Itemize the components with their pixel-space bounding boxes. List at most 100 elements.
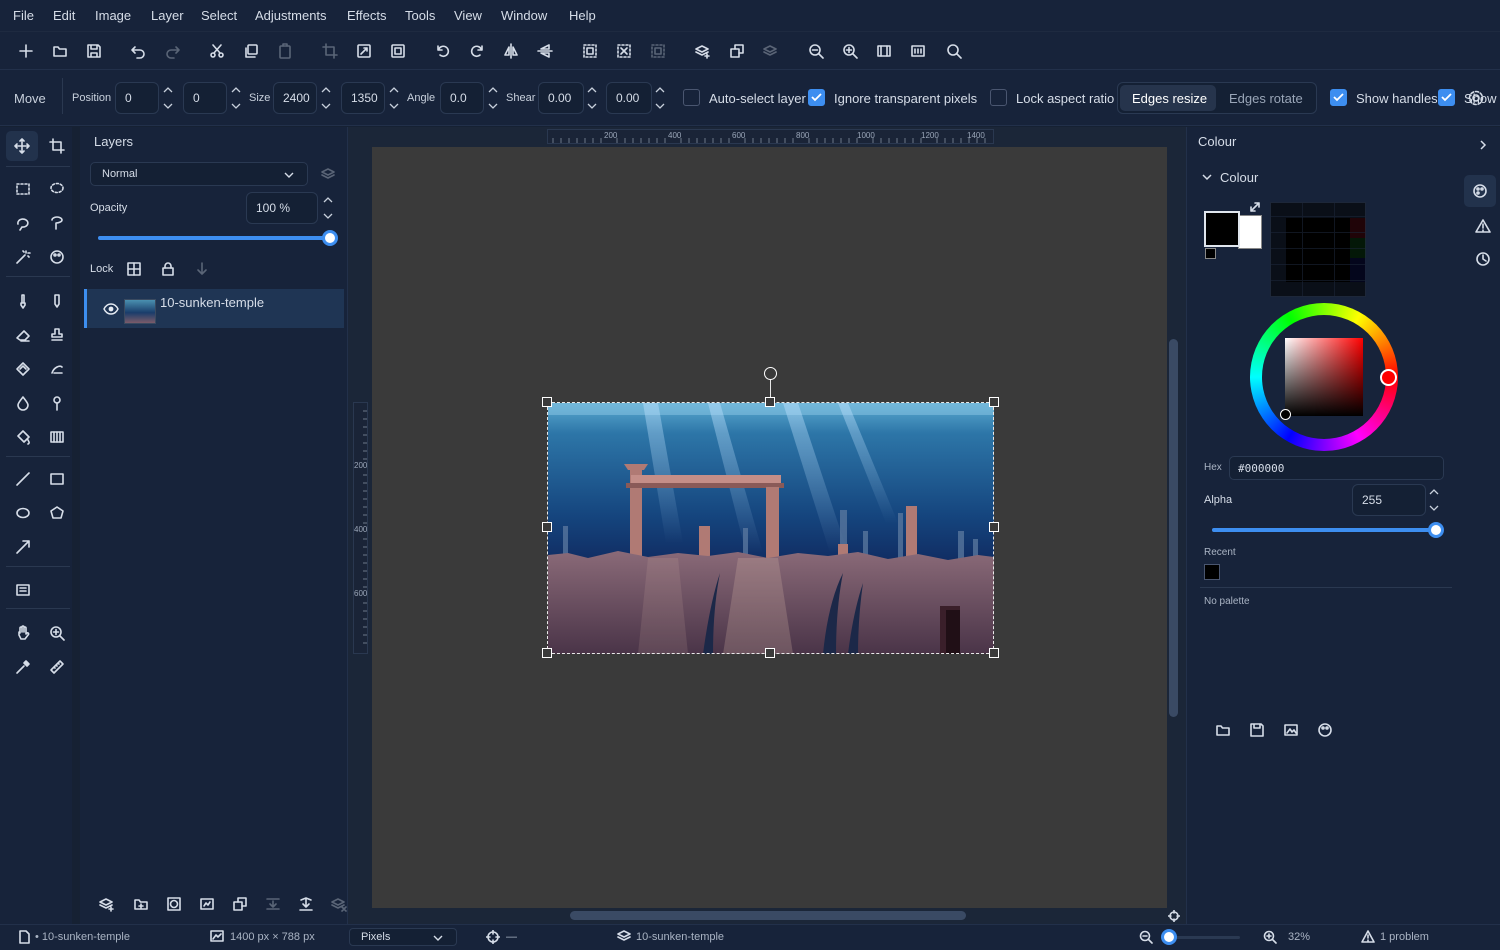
status-problems[interactable]: 1 problem bbox=[1380, 931, 1429, 943]
flatten-icon[interactable] bbox=[298, 896, 314, 912]
height-stepper[interactable] bbox=[389, 84, 399, 112]
merge-layer-icon[interactable] bbox=[761, 41, 781, 61]
width-stepper[interactable] bbox=[321, 84, 331, 112]
angle-stepper[interactable] bbox=[488, 84, 498, 112]
opacity-slider-handle[interactable] bbox=[322, 230, 338, 246]
canvas-size-icon[interactable] bbox=[388, 41, 408, 61]
zoom-out-icon[interactable] bbox=[1139, 930, 1153, 944]
open-folder-icon[interactable] bbox=[50, 41, 70, 61]
new-layer-icon[interactable] bbox=[99, 896, 115, 912]
select-all-icon[interactable] bbox=[580, 41, 600, 61]
menu-effects[interactable]: Effects bbox=[347, 8, 387, 23]
status-zoom[interactable]: 32% bbox=[1288, 931, 1310, 943]
opacity-input[interactable]: 100 % bbox=[246, 192, 318, 224]
swap-colours-icon[interactable] bbox=[1249, 201, 1261, 213]
rotate-ccw-icon[interactable] bbox=[433, 41, 453, 61]
layer-mask-icon[interactable] bbox=[166, 896, 182, 912]
clone-stamp-tool-icon[interactable] bbox=[41, 320, 73, 350]
lock-aspect-checkbox[interactable] bbox=[990, 89, 1007, 106]
horizontal-scrollbar[interactable] bbox=[570, 911, 966, 920]
blur-tool-icon[interactable] bbox=[7, 388, 39, 418]
menu-window[interactable]: Window bbox=[501, 8, 547, 23]
eraser-tool-icon[interactable] bbox=[7, 320, 39, 350]
deselect-icon[interactable] bbox=[614, 41, 634, 61]
auto-select-layer-checkbox[interactable] bbox=[683, 89, 700, 106]
zoom-out-icon[interactable] bbox=[806, 41, 826, 61]
shear-x-stepper[interactable] bbox=[587, 84, 597, 112]
resize-handle-se[interactable] bbox=[989, 648, 999, 658]
transform-frame[interactable] bbox=[547, 402, 994, 654]
menu-tools[interactable]: Tools bbox=[405, 8, 435, 23]
lock-all-icon[interactable] bbox=[160, 261, 176, 277]
flip-vertical-icon[interactable] bbox=[535, 41, 555, 61]
hue-handle[interactable] bbox=[1380, 369, 1397, 386]
recent-colour-swatch[interactable] bbox=[1204, 564, 1220, 580]
chevron-down-icon[interactable] bbox=[1201, 171, 1213, 183]
palette-icon[interactable] bbox=[1317, 722, 1333, 738]
new-group-icon[interactable] bbox=[133, 896, 149, 912]
ellipse-tool-icon[interactable] bbox=[7, 498, 39, 528]
magnetic-lasso-tool-icon[interactable] bbox=[41, 208, 73, 238]
secondary-colour-swatch[interactable] bbox=[1238, 215, 1262, 249]
zoom-in-icon[interactable] bbox=[1263, 930, 1277, 944]
eye-visibility-icon[interactable] bbox=[103, 301, 119, 317]
lock-position-icon[interactable] bbox=[194, 261, 210, 277]
search-icon[interactable] bbox=[944, 41, 964, 61]
blend-mode-select[interactable]: Normal bbox=[90, 162, 308, 186]
colour-grid[interactable] bbox=[1270, 202, 1366, 297]
cut-icon[interactable] bbox=[207, 41, 227, 61]
angle-input[interactable]: 0.0 bbox=[440, 82, 484, 114]
alpha-stepper[interactable] bbox=[1429, 486, 1439, 514]
rect-select-tool-icon[interactable] bbox=[7, 174, 39, 204]
colour-wheel[interactable] bbox=[1250, 303, 1398, 451]
add-layer-icon[interactable] bbox=[693, 41, 713, 61]
resize-handle-ne[interactable] bbox=[989, 397, 999, 407]
palette-dock-icon[interactable] bbox=[1464, 175, 1496, 207]
gradient-tool-icon[interactable] bbox=[41, 422, 73, 452]
resize-handle-nw[interactable] bbox=[542, 397, 552, 407]
color-select-tool-icon[interactable] bbox=[41, 242, 73, 272]
layer-properties-icon[interactable] bbox=[199, 896, 215, 912]
invert-selection-icon[interactable] bbox=[648, 41, 668, 61]
center-view-icon[interactable] bbox=[1168, 910, 1180, 922]
open-palette-icon[interactable] bbox=[1215, 722, 1231, 738]
units-select[interactable]: Pixels bbox=[349, 928, 457, 946]
actual-size-icon[interactable] bbox=[908, 41, 928, 61]
rotation-handle[interactable] bbox=[764, 367, 777, 380]
magic-wand-tool-icon[interactable] bbox=[7, 242, 39, 272]
sv-handle[interactable] bbox=[1280, 409, 1291, 420]
rotate-cw-icon[interactable] bbox=[467, 41, 487, 61]
menu-image[interactable]: Image bbox=[95, 8, 131, 23]
arrow-tool-icon[interactable] bbox=[7, 532, 39, 562]
zoom-tool-icon[interactable] bbox=[41, 618, 73, 648]
opacity-stepper[interactable] bbox=[323, 194, 333, 222]
status-document[interactable]: • 10-sunken-temple bbox=[35, 931, 130, 943]
fit-window-icon[interactable] bbox=[874, 41, 894, 61]
saturation-value-square[interactable] bbox=[1285, 338, 1363, 416]
lasso-select-tool-icon[interactable] bbox=[41, 174, 73, 204]
pattern-tool-icon[interactable] bbox=[7, 354, 39, 384]
vertical-scrollbar[interactable] bbox=[1169, 339, 1178, 717]
warning-dock-icon[interactable] bbox=[1475, 218, 1491, 234]
menu-view[interactable]: View bbox=[454, 8, 482, 23]
lock-pixels-icon[interactable] bbox=[126, 261, 142, 277]
flip-horizontal-icon[interactable] bbox=[501, 41, 521, 61]
reset-colours-icon[interactable] bbox=[1205, 248, 1216, 259]
resize-image-icon[interactable] bbox=[354, 41, 374, 61]
move-tool-icon[interactable] bbox=[6, 131, 38, 161]
zoom-slider-handle[interactable] bbox=[1161, 929, 1177, 945]
polygon-tool-icon[interactable] bbox=[41, 498, 73, 528]
merge-down-icon[interactable] bbox=[265, 896, 281, 912]
line-tool-icon[interactable] bbox=[7, 464, 39, 494]
duplicate-layer-icon[interactable] bbox=[727, 41, 747, 61]
position-x-input[interactable]: 0 bbox=[115, 82, 159, 114]
width-input[interactable]: 2400 bbox=[273, 82, 317, 114]
edges-rotate-button[interactable]: Edges rotate bbox=[1229, 91, 1303, 106]
shear-x-input[interactable]: 0.00 bbox=[538, 82, 584, 114]
hand-tool-icon[interactable] bbox=[7, 618, 39, 648]
paste-icon[interactable] bbox=[275, 41, 295, 61]
new-icon[interactable] bbox=[16, 41, 36, 61]
duplicate-layer-icon[interactable] bbox=[232, 896, 248, 912]
dodge-tool-icon[interactable] bbox=[41, 388, 73, 418]
layer-stack-icon[interactable] bbox=[320, 166, 336, 182]
